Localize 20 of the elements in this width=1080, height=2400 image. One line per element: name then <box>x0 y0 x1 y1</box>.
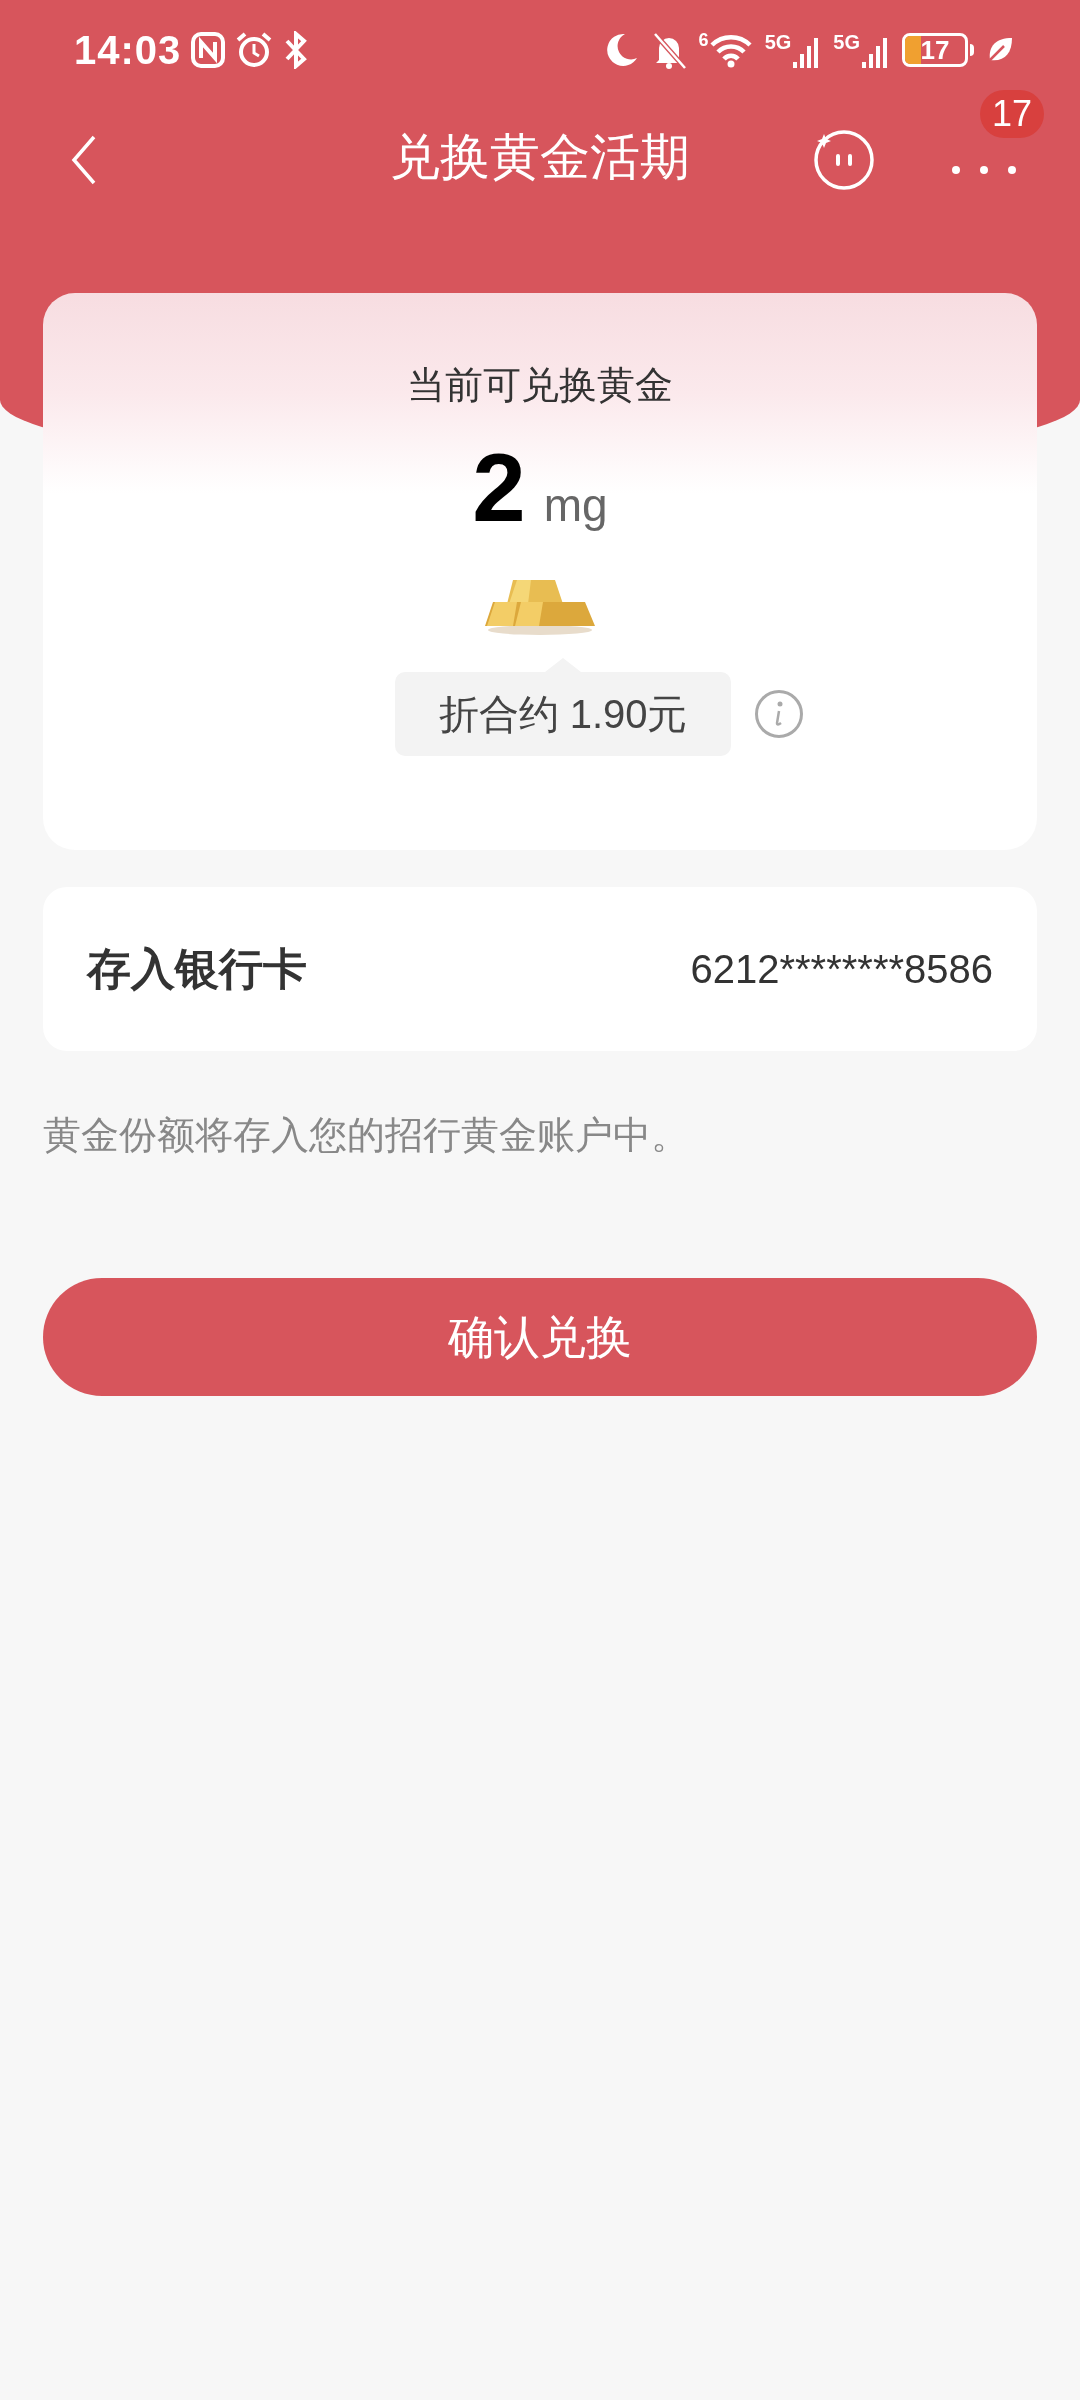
note-text: 黄金份额将存入您的招行黄金账户中。 <box>43 1113 690 1158</box>
status-time: 14:03 <box>74 27 182 74</box>
wifi-label: 6 <box>698 31 709 49</box>
page-title: 兑换黄金活期 <box>390 128 690 187</box>
info-button[interactable] <box>755 690 804 738</box>
bank-card-label: 存入银行卡 <box>87 943 307 995</box>
bank-card-number: 6212********8586 <box>690 946 993 993</box>
equivalent-value: 折合约 1.90元 <box>438 691 688 738</box>
amount-value: 2 <box>472 440 526 536</box>
signal-label: 5G <box>833 32 860 52</box>
moon-icon <box>604 32 639 68</box>
bank-card-row[interactable]: 存入银行卡 6212********8586 <box>43 887 1037 1051</box>
signal-label: 5G <box>764 32 792 52</box>
card-label: 当前可兑换黄金 <box>407 363 673 408</box>
battery-level-text: 17 <box>920 37 950 63</box>
nfc-icon <box>191 32 226 68</box>
confirm-button[interactable]: 确认兑换 <box>43 1278 1037 1396</box>
assistant-button[interactable] <box>812 128 876 192</box>
battery-fill <box>905 36 921 64</box>
alarm-icon <box>235 31 274 69</box>
